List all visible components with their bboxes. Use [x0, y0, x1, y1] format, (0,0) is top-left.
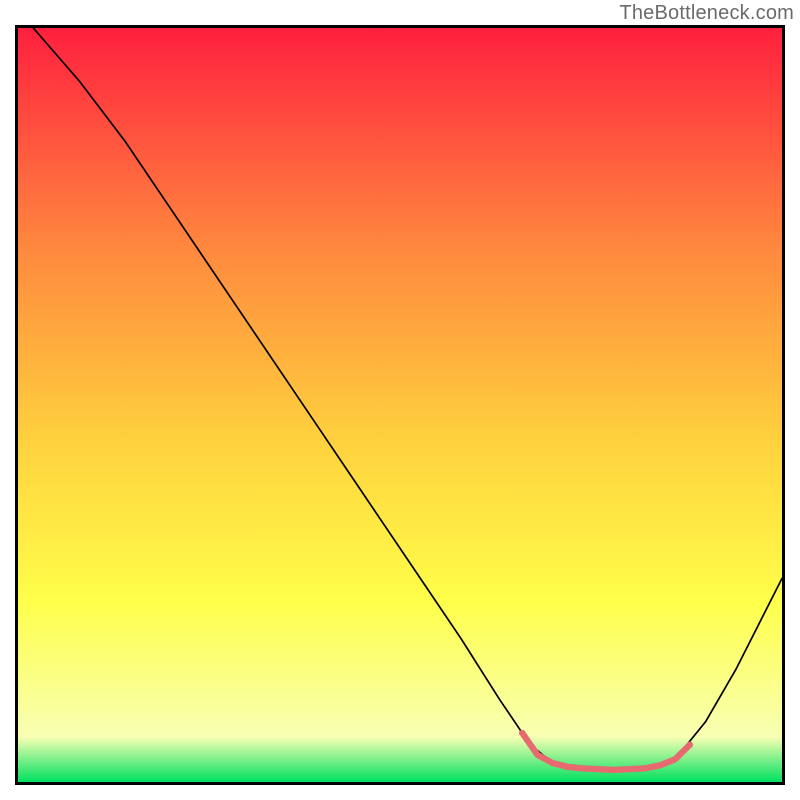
optimal-range-overlay	[522, 733, 690, 770]
chart-container: TheBottleneck.com	[0, 0, 800, 800]
chart-lines	[18, 28, 782, 782]
watermark-text: TheBottleneck.com	[619, 2, 794, 25]
plot-area	[15, 25, 785, 785]
bottleneck-curve	[33, 28, 782, 770]
